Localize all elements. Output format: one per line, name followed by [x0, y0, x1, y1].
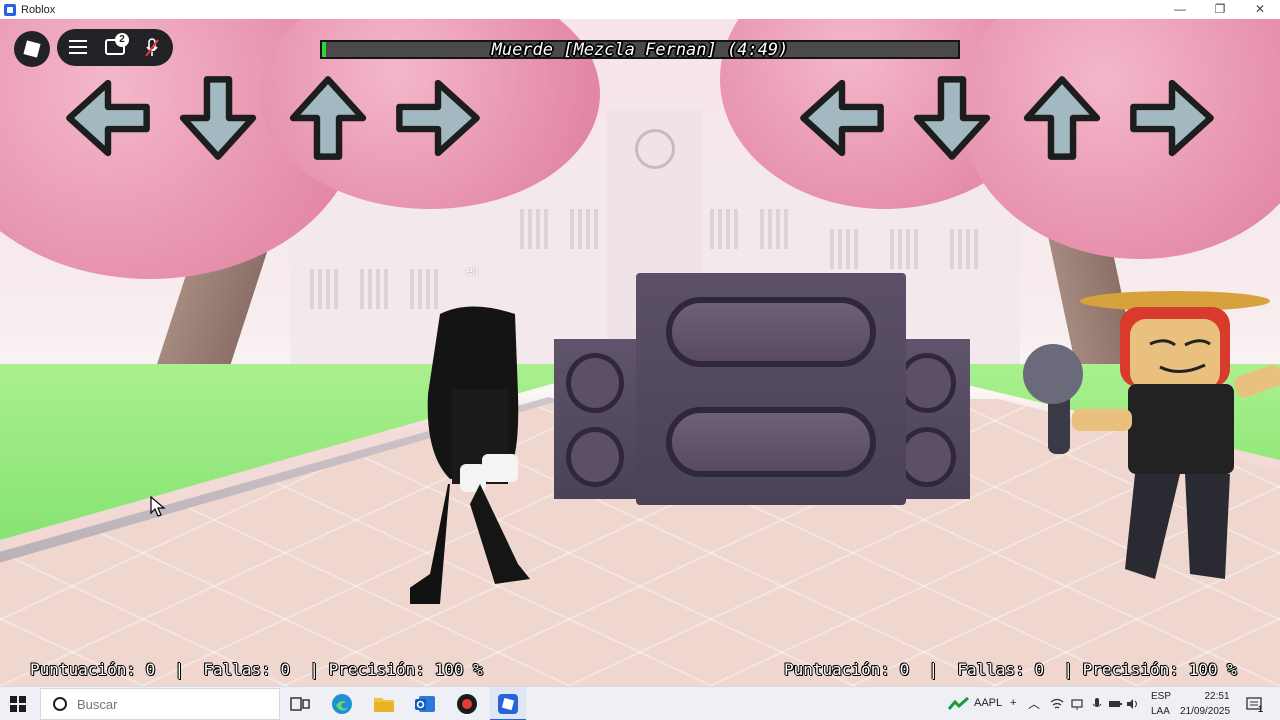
roblox-app-icon	[4, 3, 16, 16]
player-score-line: Puntuación: 0 | Fallas: 0 | Precisión: 1…	[30, 660, 483, 679]
search-input[interactable]	[77, 696, 257, 712]
restore-button[interactable]: ❐	[1200, 0, 1240, 19]
chevron-up-icon[interactable]: ︿	[1028, 695, 1040, 720]
stock-ticker[interactable]: AAPL	[974, 697, 1002, 720]
windows-taskbar: AAPL + ︿ ESP LAA 22:51 21/09/2025 1	[0, 686, 1280, 720]
roblox-taskbar-icon[interactable]	[496, 692, 520, 716]
player-nametag: eli	[466, 264, 479, 278]
edge-browser-icon[interactable]	[330, 692, 354, 716]
window-title-bar: Roblox — ❐ ✕	[0, 0, 1280, 19]
window-controls: — ❐ ✕	[1160, 0, 1280, 19]
song-progress-bar: Muerde [Mezcla Fernan] (4:49)	[320, 40, 960, 60]
speaker-left	[554, 339, 638, 499]
stock-chart-icon[interactable]	[948, 697, 970, 711]
opponent-avatar	[1023, 291, 1280, 579]
arrow-down-icon	[179, 76, 257, 160]
microphone-icon[interactable]	[1090, 697, 1104, 711]
player-avatar	[410, 306, 530, 604]
song-title: Muerde [Mezcla Fernan] (4:49)	[491, 40, 789, 60]
opponent-arrow-receptors	[796, 72, 1218, 164]
arrow-right-icon	[396, 79, 480, 157]
network-icon[interactable]	[1070, 697, 1084, 711]
window-title: Roblox	[21, 3, 56, 16]
player-arrow-receptors	[62, 72, 484, 164]
keyboard-layout[interactable]: LAA	[1151, 706, 1170, 720]
file-explorer-icon[interactable]	[372, 692, 396, 716]
hamburger-menu-icon[interactable]	[69, 40, 87, 54]
speaker-main	[636, 273, 906, 505]
volume-icon[interactable]	[1126, 697, 1140, 711]
clock-date[interactable]: 21/09/2025	[1180, 706, 1230, 720]
arrow-right-icon	[1130, 79, 1214, 157]
opponent-score-line: Puntuación: 0 | Fallas: 0 | Precisión: 1…	[784, 660, 1237, 679]
task-view-icon[interactable]	[288, 692, 312, 716]
arrow-up-icon	[289, 76, 367, 160]
arrow-down-icon	[913, 76, 991, 160]
battery-icon[interactable]	[1108, 697, 1122, 711]
search-icon	[53, 697, 67, 711]
clock-icon	[635, 129, 675, 169]
arrow-left-icon	[66, 79, 150, 157]
roblox-topbar: 2	[57, 29, 173, 66]
minimize-button[interactable]: —	[1160, 0, 1200, 19]
notification-count: 1	[1258, 704, 1264, 714]
outlook-icon[interactable]	[413, 692, 437, 716]
windows-start-icon[interactable]	[10, 696, 26, 712]
taskbar-search[interactable]	[40, 688, 280, 720]
arrow-up-icon	[1023, 76, 1101, 160]
recording-app-icon[interactable]	[455, 692, 479, 716]
microphone-muted-icon[interactable]	[145, 38, 159, 58]
wifi-icon[interactable]	[1050, 697, 1064, 711]
chat-unread-badge: 2	[115, 33, 129, 47]
arrow-left-icon	[800, 79, 884, 157]
roblox-menu-button[interactable]	[14, 31, 50, 67]
mouse-cursor-icon	[150, 496, 166, 517]
close-button[interactable]: ✕	[1240, 0, 1280, 19]
stock-change-sign: +	[1010, 697, 1017, 709]
